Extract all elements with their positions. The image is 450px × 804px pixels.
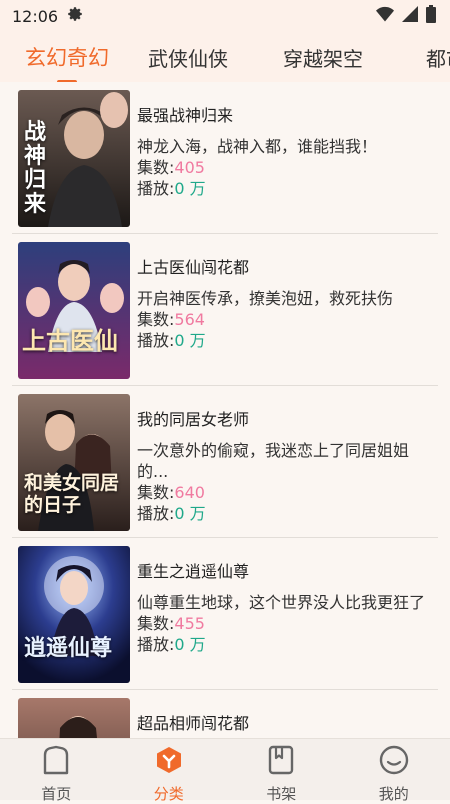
tab-label: 玄幻奇幻 [25,46,109,70]
nav-home[interactable]: 首页 [16,739,96,804]
nav-label: 首页 [41,785,72,803]
play-count-value: 0 万 [174,179,206,198]
bottom-navigation: 首页 分类 书架 我的 [0,738,450,803]
home-icon [41,745,71,779]
tab-wuxia[interactable]: 武侠仙侠 [134,43,242,72]
book-cover: 上古医仙 [18,242,130,379]
nav-label: 我的 [378,785,409,803]
play-count: 播放:0 万 [137,634,427,655]
cover-title: 和美女同居的日子 [24,472,120,516]
status-time: 12:06 [12,6,59,26]
book-item[interactable]: 上古医仙 上古医仙闯花都 开启神医传承，撩美泡妞，救死扶伤 集数:564 播放:… [12,234,438,386]
battery-icon [426,5,436,27]
book-title[interactable]: 超品相师闯花都 [137,713,427,735]
profile-icon [379,745,409,779]
book-title[interactable]: 最强战神归来 [137,105,427,127]
book-list[interactable]: 战神归来 最强战神归来 神龙入海，战神入都，谁能挡我！ 集数:405 播放:0 … [12,82,438,738]
tab-label: 穿越架空 [283,46,363,71]
episode-count-label: 集数: [137,483,175,502]
episode-count-label: 集数: [137,614,175,633]
nav-bookshelf[interactable]: 书架 [241,739,321,804]
play-count-value: 0 万 [174,635,206,654]
play-count-label: 播放: [137,179,175,198]
episode-count-value: 564 [174,310,205,329]
book-description: 一次意外的偷窥，我迷恋上了同居姐姐的... [137,441,410,481]
play-count: 播放:0 万 [137,330,427,351]
cover-title: 战神归来 [24,119,47,217]
play-count: 播放:0 万 [137,503,427,524]
nav-profile[interactable]: 我的 [354,739,434,804]
settings-gear-icon [66,5,84,27]
bookshelf-icon [266,745,296,779]
tab-xuanhuan[interactable]: 玄幻奇幻 [0,42,134,82]
book-cover: 和美女同居的日子 [18,394,130,531]
episode-count-value: 405 [174,158,205,177]
book-item[interactable]: 和美女同居的日子 我的同居女老师 一次意外的偷窥，我迷恋上了同居姐姐的... 集… [12,386,438,538]
book-item[interactable]: 逍遥仙尊 重生之逍遥仙尊 仙尊重生地球，这个世界没人比我更狂了 集数:455 播… [12,538,438,690]
tab-dushi[interactable]: 都市 [404,43,450,72]
episode-count: 集数:455 [137,613,427,634]
book-description: 开启神医传承，撩美泡妞，救死扶伤 [137,289,394,308]
episode-count: 集数:564 [137,309,427,330]
wifi-icon [376,6,394,26]
play-count-label: 播放: [137,331,175,350]
episode-count-label: 集数: [137,310,175,329]
tab-chuanyue[interactable]: 穿越架空 [242,43,404,72]
book-title[interactable]: 我的同居女老师 [137,409,427,431]
book-title[interactable]: 上古医仙闯花都 [137,257,427,279]
book-description: 仙尊重生地球，这个世界没人比我更狂了 [137,593,426,612]
book-cover: 战神归来 [18,90,130,227]
play-count-value: 0 万 [174,331,206,350]
tab-label: 武侠仙侠 [148,46,228,71]
book-cover [18,698,130,738]
episode-count-value: 640 [174,483,205,502]
book-title[interactable]: 重生之逍遥仙尊 [137,561,427,583]
play-count-label: 播放: [137,504,175,523]
play-count-value: 0 万 [174,504,206,523]
cover-title: 上古医仙 [22,326,118,355]
cover-title: 逍遥仙尊 [24,635,113,661]
play-count: 播放:0 万 [137,178,427,199]
play-count-label: 播放: [137,635,175,654]
category-icon [154,745,184,779]
episode-count: 集数:640 [137,482,427,503]
book-cover: 逍遥仙尊 [18,546,130,683]
tab-label: 都市 [426,46,450,71]
book-item[interactable]: 战神归来 最强战神归来 神龙入海，战神入都，谁能挡我！ 集数:405 播放:0 … [12,82,438,234]
status-bar: 12:06 [0,0,450,32]
nav-label: 分类 [153,785,184,803]
nav-label: 书架 [266,785,297,803]
book-item[interactable]: 超品相师闯花都 [12,690,438,738]
episode-count: 集数:405 [137,157,427,178]
episode-count-value: 455 [174,614,205,633]
book-description: 神龙入海，战神入都，谁能挡我！ [137,137,378,156]
nav-category[interactable]: 分类 [129,739,209,804]
episode-count-label: 集数: [137,158,175,177]
category-tabs: 玄幻奇幻 武侠仙侠 穿越架空 都市 [0,32,450,82]
signal-icon [402,6,418,26]
